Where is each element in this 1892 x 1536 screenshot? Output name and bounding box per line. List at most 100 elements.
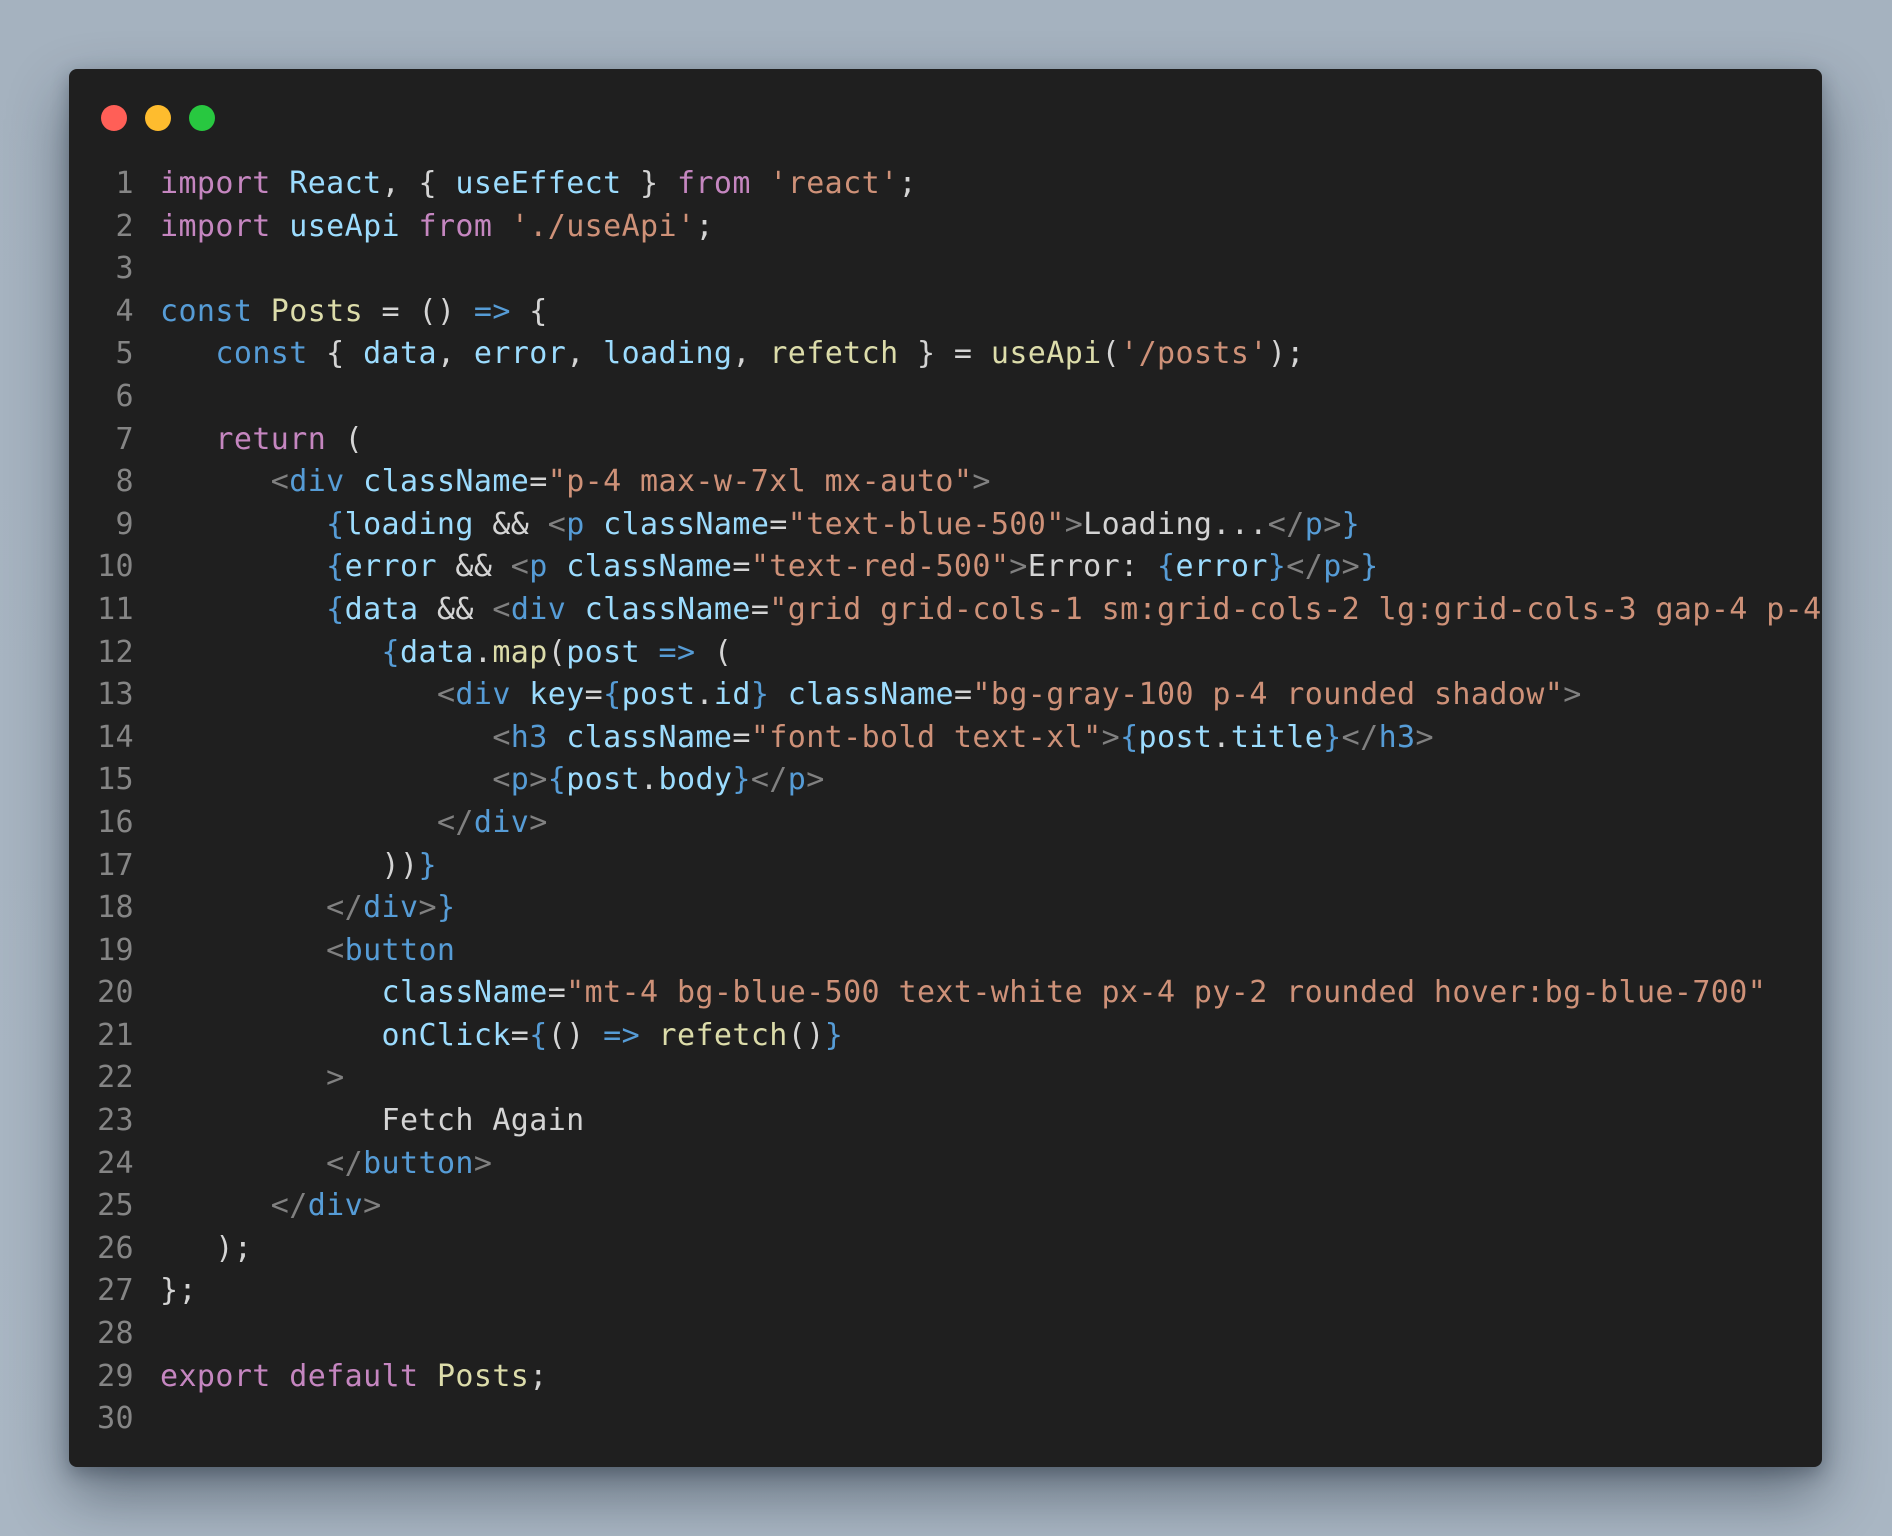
line-number: 3: [115, 251, 134, 287]
code-token: className: [363, 464, 530, 500]
code-token: p: [1304, 506, 1324, 542]
line-number: 18: [97, 890, 134, 926]
line-code: import useApi from './useApi';: [134, 206, 714, 249]
code-token: </: [326, 1145, 364, 1181]
code-token: };: [160, 1273, 197, 1309]
close-window-icon[interactable]: [101, 105, 127, 131]
code-token: "p-4 max-w-7xl mx-auto": [547, 464, 973, 500]
code-line: 13 <div key={post.id} className="bg-gray…: [69, 674, 1822, 717]
code-line: 5 const { data, error, loading, refetch …: [69, 333, 1822, 376]
code-token: className: [584, 591, 751, 627]
line-number: 9: [115, 506, 134, 542]
code-token: }: [1360, 549, 1379, 585]
code-line: 20 className="mt-4 bg-blue-500 text-whit…: [69, 972, 1822, 1015]
code-line: 30: [69, 1398, 1822, 1441]
line-number: 17: [97, 847, 134, 883]
code-token: (): [787, 1017, 825, 1053]
code-token: p: [510, 762, 530, 798]
code-token: <: [436, 677, 456, 713]
code-token: "bg-gray-100 p-4 rounded shadow": [972, 677, 1564, 713]
code-token: useApi: [990, 336, 1102, 372]
code-token: {: [307, 336, 364, 372]
maximize-window-icon[interactable]: [189, 105, 215, 131]
line-code: Fetch Again: [134, 1100, 585, 1143]
code-token: <: [270, 464, 290, 500]
code-token: , {: [381, 166, 456, 201]
line-code: </div>: [134, 802, 548, 845]
code-token: h3: [1378, 719, 1416, 755]
minimize-window-icon[interactable]: [145, 105, 171, 131]
code-token: ,: [436, 336, 474, 372]
code-token: p: [1323, 549, 1342, 585]
code-editor[interactable]: 1 import React, { useEffect } from 'react…: [69, 163, 1822, 1441]
code-line: 26 );: [69, 1228, 1822, 1271]
code-line: 7 return (: [69, 419, 1822, 462]
code-token: onClick: [381, 1017, 511, 1053]
line-number: 1: [115, 166, 134, 201]
code-line: 14 <h3 className="font-bold text-xl">{po…: [69, 717, 1822, 760]
line-number: 30: [97, 1401, 134, 1437]
line-number: 15: [97, 762, 134, 798]
code-token: <: [510, 549, 530, 585]
code-token: const: [215, 336, 308, 372]
code-token: refetch: [658, 1017, 788, 1053]
code-token: post: [621, 677, 696, 713]
line-code: import React, { useEffect } from 'react'…: [134, 163, 917, 206]
line-number: 7: [115, 421, 134, 457]
code-token: Posts: [270, 293, 364, 329]
code-token: ;: [529, 1358, 548, 1394]
code-token: }: [750, 677, 770, 713]
code-token: </: [750, 762, 788, 798]
code-token: from: [676, 166, 751, 201]
code-token: >: [972, 464, 991, 500]
code-line: 19 <button: [69, 930, 1822, 973]
code-token: (: [695, 634, 733, 670]
code-token: Loading...: [1083, 506, 1268, 542]
code-line: 17 ))}: [69, 845, 1822, 888]
line-code: <button: [134, 930, 455, 973]
line-code: >: [134, 1057, 345, 1100]
code-line: 1 import React, { useEffect } from 'react…: [69, 163, 1822, 206]
code-token: (: [1101, 336, 1121, 372]
code-line: 18 </div>}: [69, 887, 1822, 930]
code-token: ;: [695, 208, 714, 244]
code-line: 29 export default Posts;: [69, 1356, 1822, 1399]
code-token: button: [363, 1145, 474, 1181]
line-number: 5: [115, 336, 134, 372]
code-token: "font-bold text-xl": [750, 719, 1102, 755]
code-token: div: [455, 677, 511, 713]
code-token: Posts: [436, 1358, 530, 1394]
code-token: {: [381, 634, 401, 670]
line-number: 20: [97, 975, 134, 1011]
line-code: className="mt-4 bg-blue-500 text-white p…: [134, 972, 1766, 1015]
code-token: } =: [898, 336, 991, 372]
code-line: 2 import useApi from './useApi';: [69, 206, 1822, 249]
code-token: {: [1120, 719, 1139, 755]
line-code: </div>: [134, 1185, 382, 1228]
code-token: >: [1064, 506, 1084, 542]
code-token: >: [326, 1060, 345, 1096]
code-token: {: [326, 549, 345, 585]
code-token: }: [732, 762, 751, 798]
line-number: 6: [115, 378, 134, 414]
line-code: ))}: [134, 845, 437, 888]
code-token: =: [529, 464, 548, 500]
code-token: </: [270, 1188, 308, 1224]
code-token: body: [658, 762, 733, 798]
code-token: = (): [363, 293, 474, 329]
code-token: p: [787, 762, 807, 798]
